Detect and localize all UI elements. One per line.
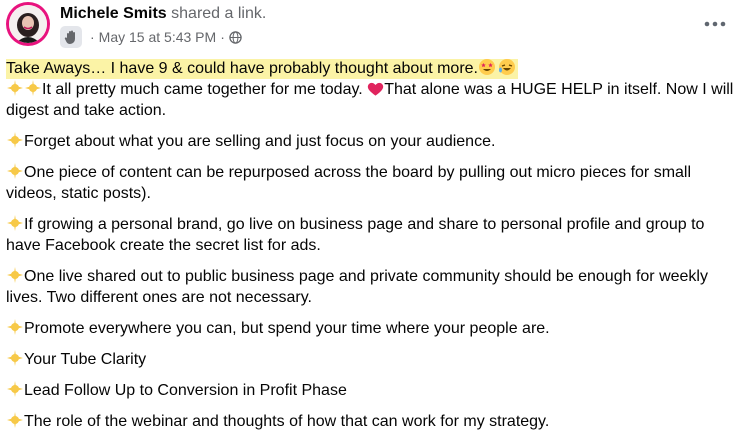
post-timestamp[interactable]: May 15 at 5:43 PM xyxy=(99,29,217,45)
intro-paragraph: It all pretty much came together for me … xyxy=(6,79,736,121)
post-body: Take Aways… I have 9 & could have probab… xyxy=(6,58,736,442)
sparkle-icon xyxy=(24,79,42,97)
takeaway-item: The role of the webinar and thoughts of … xyxy=(6,411,736,432)
takeaway-text: One live shared out to public business p… xyxy=(6,268,708,306)
author-name[interactable]: Michele Smits xyxy=(60,5,167,22)
heart-icon xyxy=(367,81,384,97)
more-horizontal-icon xyxy=(704,21,726,27)
takeaway-item: Lead Follow Up to Conversion in Profit P… xyxy=(6,380,736,401)
hand-icon[interactable] xyxy=(60,26,82,48)
takeaway-text: One piece of content can be repurposed a… xyxy=(6,164,692,202)
profile-photo xyxy=(9,5,47,43)
takeaway-item: One piece of content can be repurposed a… xyxy=(6,162,736,204)
avatar[interactable] xyxy=(6,2,50,46)
star-struck-emoji-icon xyxy=(478,58,496,76)
meta-separator: · xyxy=(220,29,225,45)
highlight-line: Take Aways… I have 9 & could have probab… xyxy=(6,58,736,79)
takeaway-text: If growing a personal brand, go live on … xyxy=(6,216,705,254)
post-meta: · May 15 at 5:43 PM · xyxy=(60,26,242,48)
sparkle-icon xyxy=(6,411,24,429)
intro-text: It all pretty much came together for me … xyxy=(42,81,368,98)
post-header: Michele Smits shared a link. · May 15 at… xyxy=(6,2,743,50)
takeaway-item: If growing a personal brand, go live on … xyxy=(6,214,736,256)
sparkle-icon xyxy=(6,318,24,336)
meta-separator: · xyxy=(90,29,95,45)
sparkle-icon xyxy=(6,131,24,149)
highlighted-text: Take Aways… I have 9 & could have probab… xyxy=(6,59,518,79)
takeaway-item: One live shared out to public business p… xyxy=(6,266,736,308)
post-action: shared a link. xyxy=(171,5,267,22)
takeaway-text: Forget about what you are selling and ju… xyxy=(24,133,496,150)
takeaway-text: Lead Follow Up to Conversion in Profit P… xyxy=(24,382,347,399)
author-line: Michele Smits shared a link. xyxy=(60,5,266,23)
takeaway-item: Promote everywhere you can, but spend yo… xyxy=(6,318,736,339)
takeaway-text: The role of the webinar and thoughts of … xyxy=(24,413,550,430)
sparkle-icon xyxy=(6,380,24,398)
rolling-laughing-emoji-icon xyxy=(498,58,516,76)
takeaway-item: Forget about what you are selling and ju… xyxy=(6,131,736,152)
takeaway-text: Your Tube Clarity xyxy=(24,351,147,368)
sparkle-icon xyxy=(6,79,24,97)
takeaway-text: Promote everywhere you can, but spend yo… xyxy=(24,320,550,337)
sparkle-icon xyxy=(6,214,24,232)
sparkle-icon xyxy=(6,266,24,284)
takeaway-item: Your Tube Clarity xyxy=(6,349,736,370)
sparkle-icon xyxy=(6,162,24,180)
globe-icon[interactable] xyxy=(229,30,242,44)
more-options-button[interactable] xyxy=(701,14,729,34)
highlight-text: Take Aways… I have 9 & could have probab… xyxy=(6,60,478,77)
sparkle-icon xyxy=(6,349,24,367)
